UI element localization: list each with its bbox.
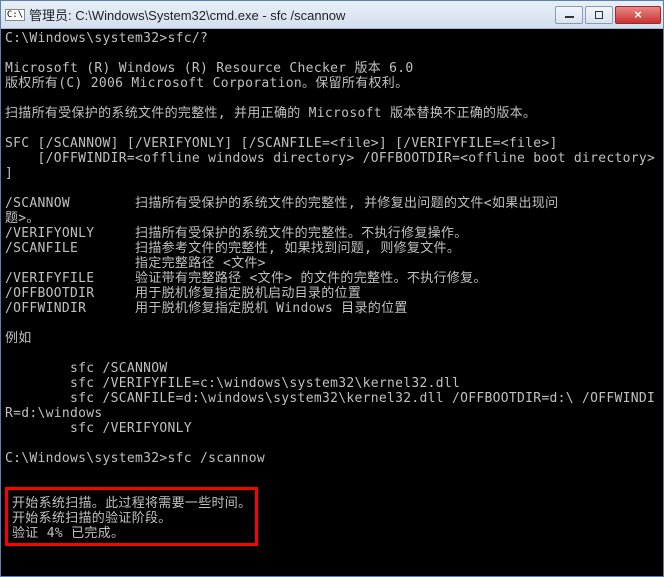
close-button[interactable]: ×: [615, 6, 661, 24]
output-line: 版权所有(C) 2006 Microsoft Corporation。保留所有权…: [5, 76, 408, 91]
window-title: 管理员: C:\Windows\System32\cmd.exe - sfc /…: [29, 5, 555, 24]
output-line: 验证 4% 已完成。: [12, 526, 251, 541]
titlebar-controls: ×: [555, 6, 661, 24]
output-line: /OFFBOOTDIR 用于脱机修复指定脱机启动目录的位置: [5, 286, 361, 301]
cmd-icon: C:\: [7, 7, 23, 23]
cmd-window: C:\ 管理员: C:\Windows\System32\cmd.exe - s…: [0, 0, 664, 577]
minimize-button[interactable]: [555, 6, 583, 24]
output-line: /SCANFILE 扫描参考文件的完整性, 如果找到问题, 则修复文件。: [5, 241, 460, 256]
output-line: 开始系统扫描。此过程将需要一些时间。: [12, 496, 251, 511]
titlebar[interactable]: C:\ 管理员: C:\Windows\System32\cmd.exe - s…: [1, 1, 663, 29]
output-line: SFC [/SCANNOW] [/VERIFYONLY] [/SCANFILE=…: [5, 136, 558, 151]
output-line: Microsoft (R) Windows (R) Resource Check…: [5, 61, 414, 76]
output-line: 例如: [5, 331, 32, 346]
output-line: sfc /SCANNOW: [5, 361, 168, 376]
output-line: 开始系统扫描的验证阶段。: [12, 511, 251, 526]
output-line: sfc /SCANFILE=d:\windows\system32\kernel…: [5, 391, 655, 406]
output-line: 扫描所有受保护的系统文件的完整性, 并用正确的 Microsoft 版本替换不正…: [5, 106, 536, 121]
output-line: /VERIFYFILE 验证带有完整路径 <文件> 的文件的完整性。不执行修复。: [5, 271, 487, 286]
output-line: ]: [5, 166, 13, 181]
output-line: 指定完整路径 <文件>: [5, 256, 266, 271]
output-line: 题>。: [5, 211, 40, 226]
output-line: /OFFWINDIR 用于脱机修复指定脱机 Windows 目录的位置: [5, 301, 408, 316]
output-line: C:\Windows\system32>sfc /scannow: [5, 451, 265, 466]
output-line: C:\Windows\system32>sfc/?: [5, 31, 208, 46]
maximize-button[interactable]: [585, 6, 613, 24]
output-line: R=d:\windows: [5, 406, 103, 421]
terminal-output[interactable]: C:\Windows\system32>sfc/? Microsoft (R) …: [1, 29, 663, 576]
output-line: /VERIFYONLY 扫描所有受保护的系统文件的完整性。不执行修复操作。: [5, 226, 468, 241]
highlight-box: 开始系统扫描。此过程将需要一些时间。开始系统扫描的验证阶段。验证 4% 已完成。: [5, 487, 258, 546]
output-line: sfc /VERIFYONLY: [5, 421, 192, 436]
output-line: [/OFFWINDIR=<offline windows directory> …: [5, 151, 655, 166]
output-line: /SCANNOW 扫描所有受保护的系统文件的完整性, 并修复出问题的文件<如果出…: [5, 196, 558, 211]
output-line: sfc /VERIFYFILE=c:\windows\system32\kern…: [5, 376, 460, 391]
